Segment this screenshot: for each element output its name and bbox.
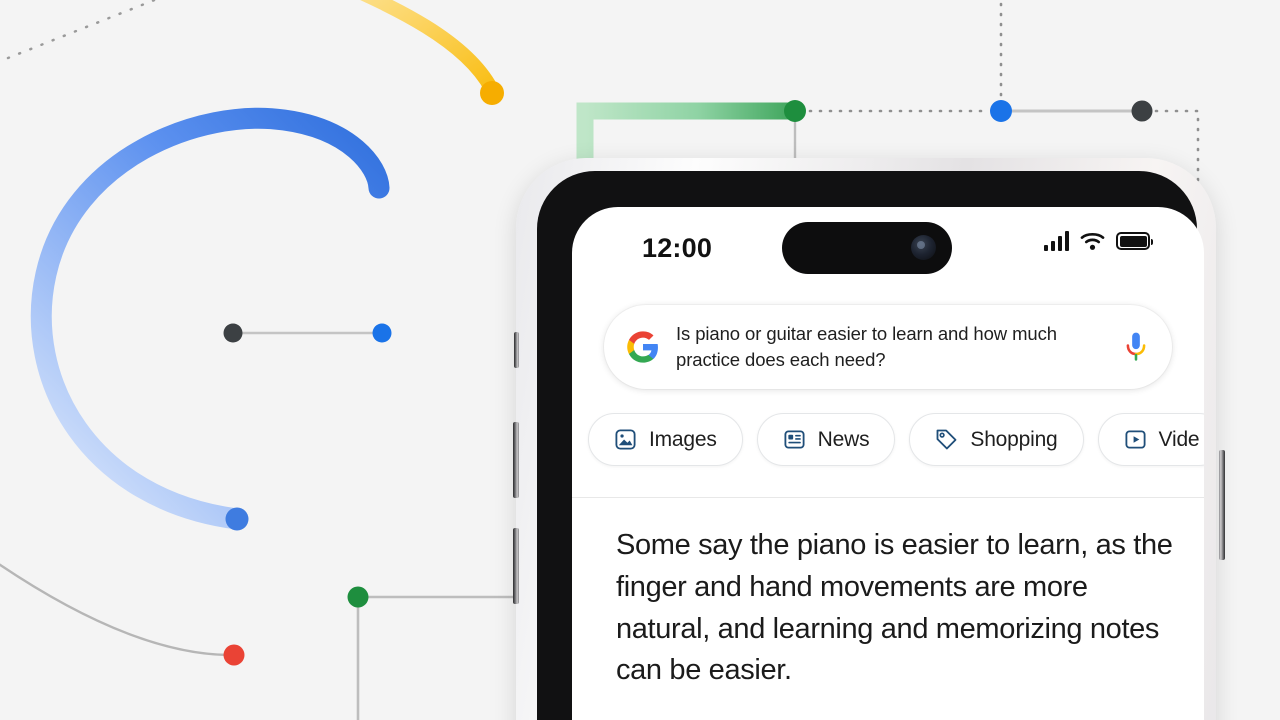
chip-images[interactable]: Images [588,413,743,466]
front-camera-icon [911,235,936,260]
section-divider [572,497,1204,498]
blue-dot-left [372,323,392,343]
phone-body: 12:00 Is piano or guitar easier to learn… [537,171,1204,720]
chip-label: Shopping [970,427,1058,451]
chip-videos[interactable]: Vide [1097,413,1204,466]
signal-bars-icon [1043,231,1069,251]
power-button[interactable] [1219,450,1225,560]
phone-mockup: 12:00 Is piano or guitar easier to learn… [513,150,1225,720]
chip-shopping[interactable]: Shopping [909,413,1084,466]
blue-arc [30,107,390,530]
chip-news[interactable]: News [756,413,896,466]
video-icon [1125,430,1146,449]
blue-dot-top [990,100,1012,122]
search-query-text[interactable]: Is piano or guitar easier to learn and h… [676,321,1110,372]
search-bar[interactable]: Is piano or guitar easier to learn and h… [604,305,1172,389]
dotted-diagonal-line [6,0,158,60]
dark-dot-left [223,323,243,343]
google-g-logo [627,331,658,363]
gray-curve [0,563,229,657]
chip-label: Images [649,427,717,451]
phone-screen: 12:00 Is piano or guitar easier to learn… [572,207,1204,720]
battery-full-icon [1116,232,1153,250]
chip-label: News [817,427,870,451]
silent-switch-button[interactable] [514,332,519,368]
tag-icon [936,429,957,450]
dark-dot-top [1131,100,1153,122]
answer-paragraph-1: Some say the piano is easier to learn, a… [616,529,1173,687]
status-bar: 12:00 [572,207,1204,285]
news-icon [784,430,805,449]
microphone-icon[interactable] [1122,331,1150,363]
green-dot-bottom [347,586,369,608]
red-dot [223,644,245,666]
dynamic-island[interactable] [782,222,952,274]
blue-dot-arc-end [225,507,249,531]
yellow-arc [360,0,498,95]
search-answer: Some say the piano is easier to learn, a… [616,525,1176,720]
wifi-icon [1080,232,1105,250]
volume-down-button[interactable] [513,528,519,604]
volume-up-button[interactable] [513,422,519,498]
yellow-dot [480,81,504,105]
image-icon [615,429,636,450]
screenshot-stage: 12:00 Is piano or guitar easier to learn… [0,0,1280,720]
search-filter-chips: Images News Shopping Vide [588,413,1204,466]
green-dot-top [784,100,806,122]
chip-label: Vide [1158,427,1200,451]
status-indicators [1043,231,1153,251]
status-time: 12:00 [642,233,713,263]
